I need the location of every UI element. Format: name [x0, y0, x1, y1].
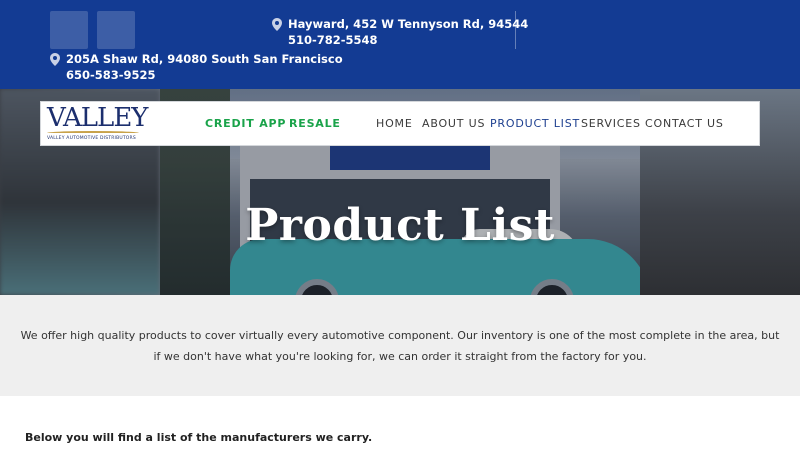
social-icon[interactable]	[50, 11, 88, 49]
manufacturers-heading: Below you will find a list of the manufa…	[25, 431, 373, 444]
nav-resale[interactable]: RESALE	[289, 117, 341, 130]
page-title: Product List	[245, 200, 555, 251]
location-hayward: Hayward, 452 W Tennyson Rd, 94544 510-78…	[272, 16, 529, 48]
nav-home[interactable]: HOME	[376, 117, 413, 130]
logo-swoosh	[47, 131, 139, 135]
location-address: 205A Shaw Rd, 94080 South San Francisco	[66, 52, 343, 66]
location-phone[interactable]: 650-583-9525	[66, 67, 343, 83]
map-pin-icon	[272, 18, 282, 31]
location-south-sf: 205A Shaw Rd, 94080 South San Francisco …	[50, 51, 343, 83]
intro-text: We offer high quality products to cover …	[20, 329, 780, 363]
valley-logo[interactable]: VALLEY VALLEY AUTOMOTIVE DISTRIBUTORS	[47, 103, 148, 143]
nav-contact-us[interactable]: CONTACT US	[645, 117, 724, 130]
social-icon[interactable]	[97, 11, 135, 49]
logo-subtitle: VALLEY AUTOMOTIVE DISTRIBUTORS	[47, 136, 136, 141]
intro-section: We offer high quality products to cover …	[0, 295, 800, 396]
location-phone[interactable]: 510-782-5548	[288, 32, 528, 48]
location-address: Hayward, 452 W Tennyson Rd, 94544	[288, 17, 529, 31]
main-navigation: VALLEY VALLEY AUTOMOTIVE DISTRIBUTORS CR…	[40, 101, 760, 146]
top-header-bar: Hayward, 452 W Tennyson Rd, 94544 510-78…	[0, 0, 800, 89]
map-pin-icon	[50, 53, 60, 66]
nav-services[interactable]: SERVICES	[581, 117, 641, 130]
nav-product-list[interactable]: PRODUCT LIST	[490, 117, 580, 130]
logo-wordmark: VALLEY	[47, 103, 148, 133]
nav-about-us[interactable]: ABOUT US	[422, 117, 485, 130]
header-divider	[515, 11, 516, 49]
nav-credit-app[interactable]: CREDIT APP	[205, 117, 286, 130]
